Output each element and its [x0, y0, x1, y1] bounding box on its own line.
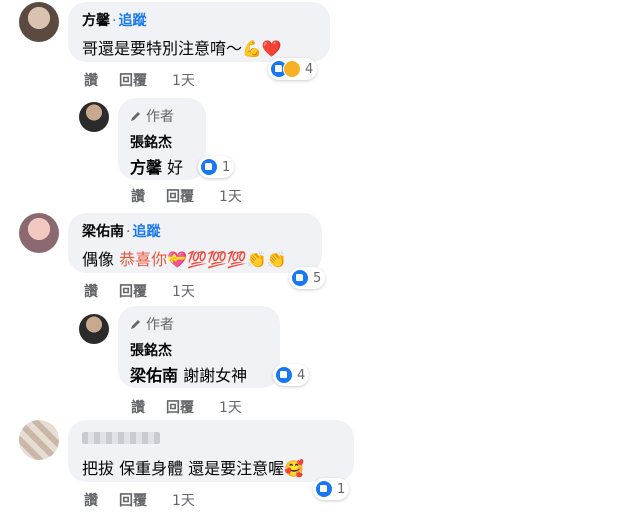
reply-button[interactable]: 回覆: [119, 490, 147, 510]
replier-name[interactable]: 張銘杰: [130, 340, 172, 360]
reaction-count: 1: [222, 159, 231, 175]
reply-button[interactable]: 回覆: [119, 281, 147, 301]
comment-text: 把拔 保重身體 還是要注意喔🥰: [82, 459, 305, 478]
author-badge: 作者: [130, 106, 174, 126]
pencil-icon: [131, 112, 140, 121]
comment-bubble: 方馨 · 追蹤 哥還是要特別注意唷～💪❤️: [68, 2, 330, 62]
follow-link[interactable]: 追蹤: [132, 224, 160, 240]
reaction-count: 1: [337, 481, 346, 497]
author-label: 作者: [146, 317, 174, 333]
blurred-commenter-name: [82, 432, 160, 444]
commenter-name[interactable]: 方馨: [82, 13, 110, 29]
reaction-summary[interactable]: 4: [268, 58, 318, 80]
avatar[interactable]: [79, 102, 109, 132]
like-button[interactable]: 讚: [84, 70, 98, 90]
follow-link[interactable]: 追蹤: [118, 13, 146, 29]
tagged-user[interactable]: 方馨: [130, 158, 162, 177]
comment-text-plain: 偶像: [82, 250, 115, 269]
reply-message: 謝謝女神: [183, 366, 248, 385]
reply-text: 梁佑南 謝謝女神: [130, 362, 247, 386]
reply-message: 好: [167, 158, 184, 177]
like-button[interactable]: 讚: [131, 186, 145, 206]
like-reaction-icon: [315, 480, 333, 498]
reaction-summary[interactable]: 4: [273, 364, 310, 386]
comment-bubble: 把拔 保重身體 還是要注意喔🥰: [68, 420, 354, 482]
reply-text: 方馨 好: [130, 154, 183, 178]
separator-dot: ·: [112, 13, 117, 29]
author-badge: 作者: [130, 314, 174, 334]
reply-button[interactable]: 回覆: [166, 186, 194, 206]
reaction-count: 5: [313, 270, 322, 286]
like-button[interactable]: 讚: [84, 490, 98, 510]
like-reaction-icon: [200, 158, 218, 176]
like-button[interactable]: 讚: [84, 281, 98, 301]
separator-dot: ·: [126, 224, 131, 240]
emoji-text: 💝💯💯💯👏👏: [167, 250, 287, 269]
tagged-user[interactable]: 梁佑南: [130, 366, 178, 385]
comment-text: 偶像 恭喜你💝💯💯💯👏👏: [82, 246, 287, 270]
reply-bubble: 作者 張銘杰 梁佑南 謝謝女神: [118, 306, 280, 388]
author-label: 作者: [146, 109, 174, 125]
timestamp[interactable]: 1天: [172, 70, 195, 90]
like-reaction-icon: [291, 269, 309, 287]
timestamp[interactable]: 1天: [172, 281, 195, 301]
reaction-summary[interactable]: 5: [289, 267, 326, 289]
highlighted-text: 恭喜你: [119, 250, 168, 269]
like-button[interactable]: 讚: [131, 397, 145, 417]
avatar[interactable]: [19, 213, 59, 253]
comment-bubble: 梁佑南 · 追蹤 偶像 恭喜你💝💯💯💯👏👏: [68, 213, 322, 273]
timestamp[interactable]: 1天: [219, 397, 242, 417]
avatar[interactable]: [79, 314, 109, 344]
commenter-name[interactable]: 梁佑南: [82, 224, 124, 240]
timestamp[interactable]: 1天: [172, 490, 195, 510]
avatar[interactable]: [19, 420, 59, 460]
care-reaction-icon: [283, 60, 301, 78]
reply-bubble: 作者 張銘杰 方馨 好: [118, 98, 206, 180]
timestamp[interactable]: 1天: [219, 186, 242, 206]
avatar[interactable]: [19, 2, 59, 42]
reaction-count: 4: [297, 367, 306, 383]
pencil-icon: [131, 320, 140, 329]
reply-button[interactable]: 回覆: [166, 397, 194, 417]
reply-button[interactable]: 回覆: [119, 70, 147, 90]
comment-text: 哥還是要特別注意唷～💪❤️: [82, 39, 282, 58]
replier-name[interactable]: 張銘杰: [130, 132, 172, 152]
reaction-summary[interactable]: 1: [313, 478, 350, 500]
like-reaction-icon: [275, 366, 293, 384]
reaction-count: 4: [305, 61, 314, 77]
reaction-summary[interactable]: 1: [198, 156, 235, 178]
